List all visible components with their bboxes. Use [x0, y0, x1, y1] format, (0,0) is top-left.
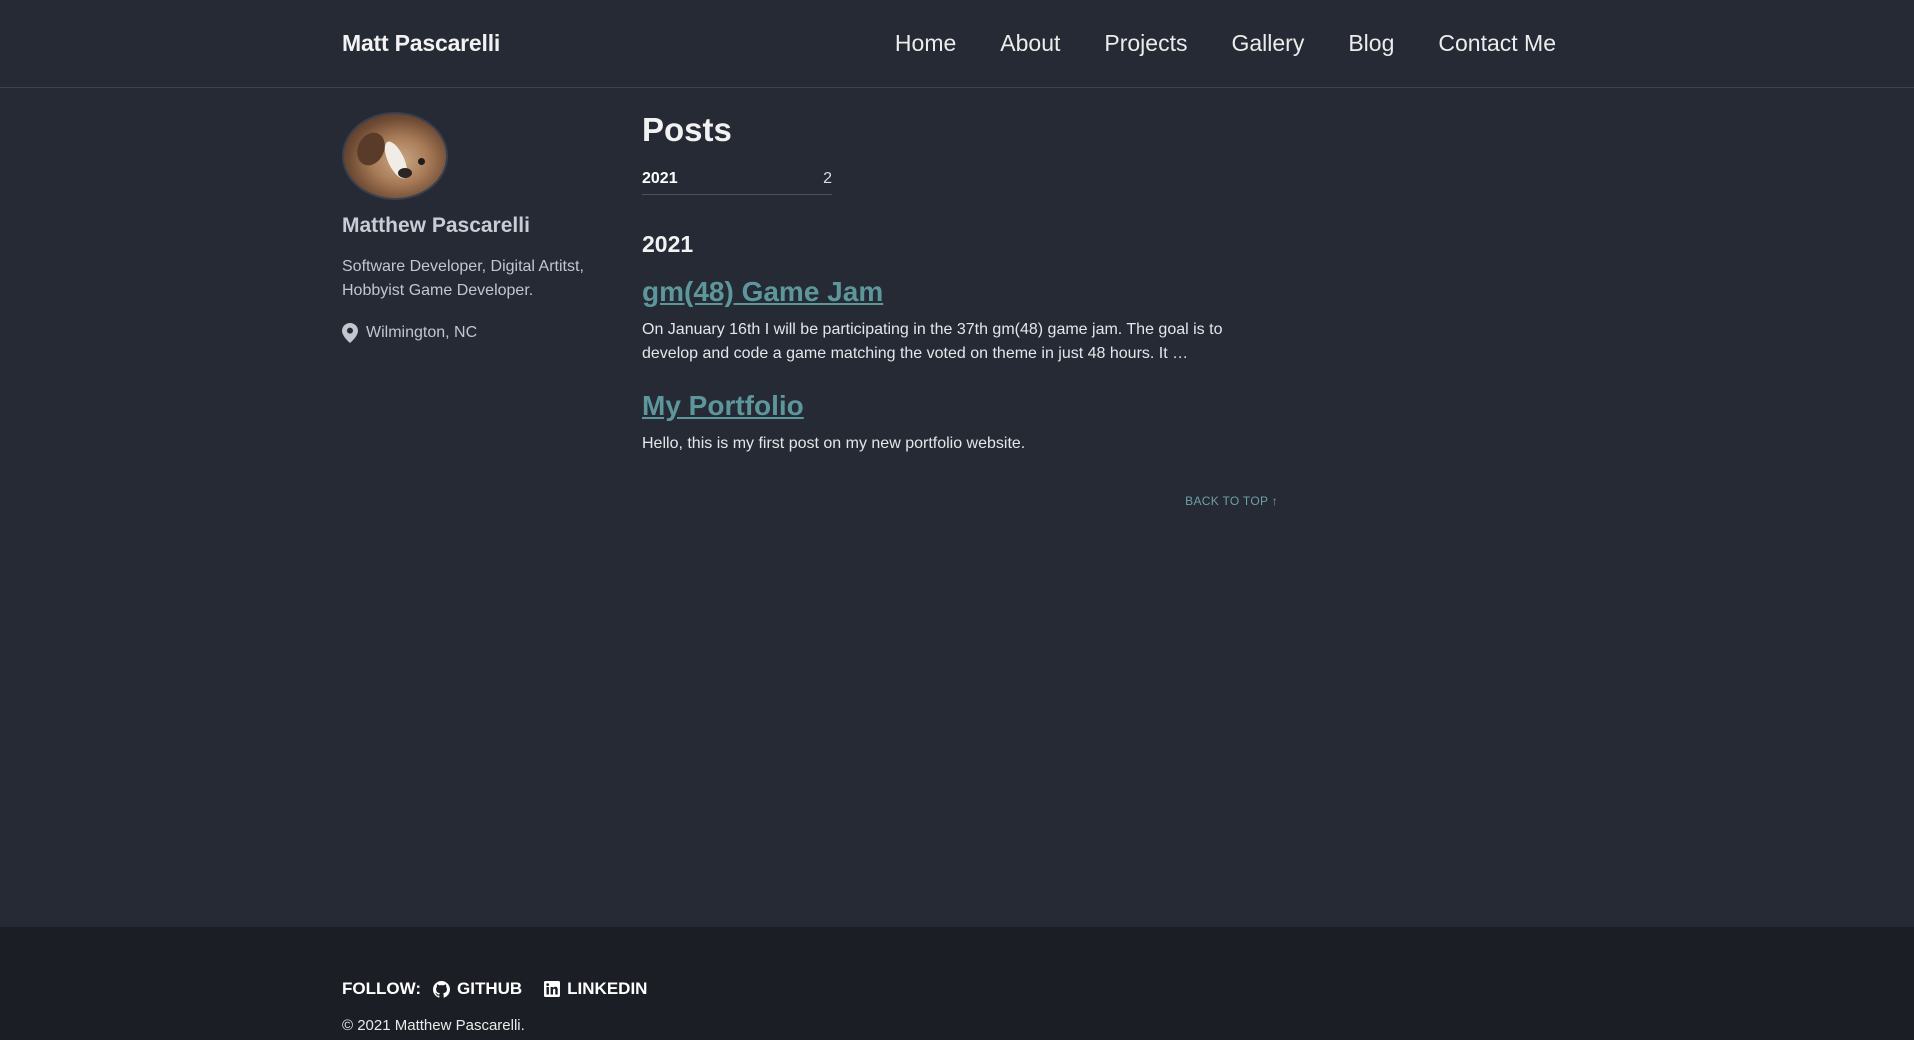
main-nav: Home About Projects Gallery Blog Contact…	[895, 30, 1556, 57]
masthead: Matt Pascarelli Home About Projects Gall…	[0, 0, 1914, 88]
follow-label: FOLLOW:	[342, 979, 421, 998]
post-title-link[interactable]: gm(48) Game Jam	[642, 276, 883, 307]
post-excerpt: On January 16th I will be participating …	[642, 321, 1223, 362]
nav-projects[interactable]: Projects	[1104, 30, 1187, 57]
avatar	[342, 112, 448, 200]
author-location: Wilmington, NC	[342, 323, 612, 343]
nav-gallery[interactable]: Gallery	[1231, 30, 1304, 57]
post-title-link[interactable]: My Portfolio	[642, 390, 804, 421]
nav-blog[interactable]: Blog	[1348, 30, 1394, 57]
taxonomy-year: 2021	[642, 170, 678, 187]
github-link[interactable]: GITHUB	[433, 979, 522, 999]
copyright-text: © 2021 Matthew Pascarelli.	[342, 1017, 525, 1034]
author-sidebar: Matthew Pascarelli Software Developer, D…	[342, 112, 612, 343]
post-excerpt: Hello, this is my first post on my new p…	[642, 435, 1026, 452]
author-bio: Software Developer, Digital Artitst, Hob…	[342, 258, 584, 299]
page-title: Posts	[642, 111, 732, 148]
list-item: gm(48) Game Jam On January 16th I will b…	[642, 274, 1278, 366]
github-label: GITHUB	[457, 979, 523, 998]
linkedin-label: LINKEDIN	[567, 979, 648, 998]
list-item: My Portfolio Hello, this is my first pos…	[642, 388, 1278, 456]
page-footer: FOLLOW: GITHUB LINKEDIN © 2021 Matthew P…	[0, 927, 1914, 1040]
github-icon	[433, 980, 450, 998]
avatar-dog-nose	[398, 168, 412, 178]
nav-contact-me[interactable]: Contact Me	[1438, 30, 1556, 57]
site-title-link[interactable]: Matt Pascarelli	[342, 30, 500, 57]
map-marker-icon	[342, 323, 358, 343]
taxonomy-year-link[interactable]: 2021 2	[642, 170, 832, 195]
author-name: Matthew Pascarelli	[342, 214, 530, 237]
taxonomy-count: 2	[823, 170, 832, 187]
posts-main: Posts 2021 2 2021 gm(48) Game Jam On Jan…	[642, 108, 1278, 456]
linkedin-icon	[544, 981, 561, 997]
archive-year-heading: 2021	[642, 231, 694, 257]
follow-links: FOLLOW: GITHUB LINKEDIN	[342, 979, 657, 999]
nav-about[interactable]: About	[1000, 30, 1060, 57]
archive-section: 2021 gm(48) Game Jam On January 16th I w…	[642, 231, 1278, 456]
linkedin-link[interactable]: LINKEDIN	[544, 979, 647, 999]
nav-home[interactable]: Home	[895, 30, 956, 57]
avatar-dog-eye	[418, 158, 425, 165]
author-location-text: Wilmington, NC	[366, 324, 478, 341]
back-to-top-link[interactable]: BACK TO TOP ↑	[642, 494, 1278, 508]
